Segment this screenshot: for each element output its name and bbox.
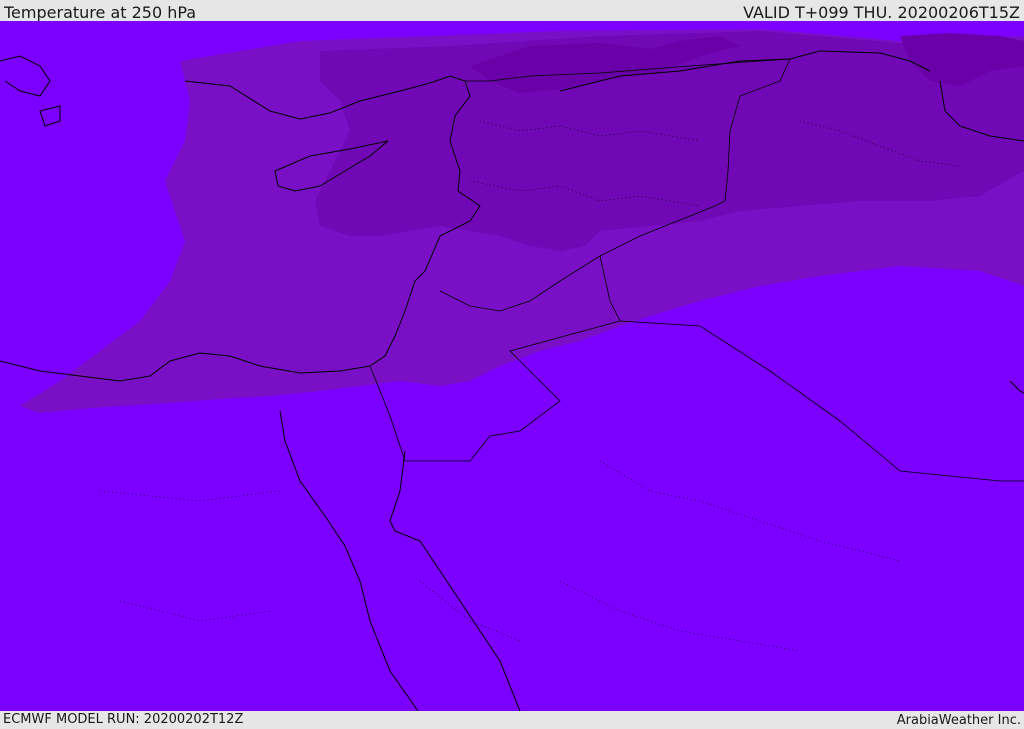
- map-title: Temperature at 250 hPa: [4, 3, 197, 22]
- credit: ArabiaWeather Inc.: [896, 713, 1021, 728]
- model-run: ECMWF MODEL RUN: 20200202T12Z: [3, 712, 244, 727]
- valid-time: VALID T+099 THU. 20200206T15Z: [743, 3, 1020, 22]
- footer-bar: ECMWF MODEL RUN: 20200202T12Z ArabiaWeat…: [0, 711, 1024, 729]
- weather-map-frame: Temperature at 250 hPa VALID T+099 THU. …: [0, 0, 1024, 729]
- temperature-map: [0, 21, 1024, 711]
- header-bar: Temperature at 250 hPa VALID T+099 THU. …: [0, 0, 1024, 22]
